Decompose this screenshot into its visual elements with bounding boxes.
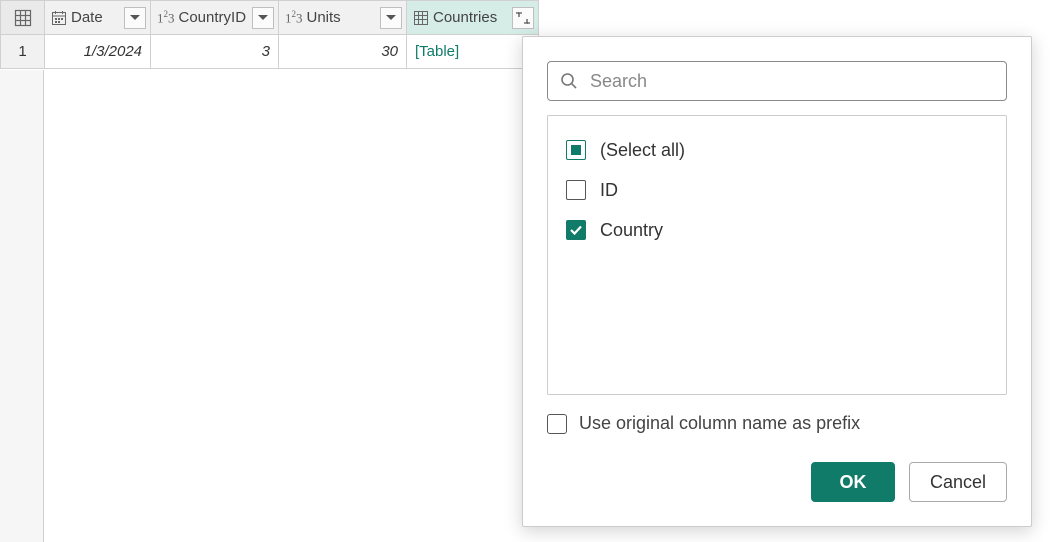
header-row: Date 123 CountryID 123 Units: [1, 1, 539, 35]
header-date-filter[interactable]: [124, 7, 146, 29]
checkbox-unchecked-icon: [547, 414, 567, 434]
checkbox-unchecked-icon: [566, 180, 586, 200]
select-all-row[interactable]: (Select all): [566, 130, 988, 170]
cell-units[interactable]: 30: [279, 35, 407, 69]
table-icon: [413, 10, 429, 26]
header-countryid-label: CountryID: [179, 9, 249, 26]
search-input[interactable]: [588, 70, 994, 93]
search-field-wrap[interactable]: [547, 61, 1007, 101]
table-row[interactable]: 1 1/3/2024 3 30 [Table]: [1, 35, 539, 69]
option-id-row[interactable]: ID: [566, 170, 988, 210]
table-icon: [14, 9, 32, 27]
rownum-gutter: [0, 70, 44, 542]
chevron-down-icon: [130, 15, 140, 21]
date-icon: [51, 10, 67, 26]
header-date[interactable]: Date: [45, 1, 151, 35]
use-prefix-label: Use original column name as prefix: [579, 413, 860, 434]
column-list: (Select all) ID Country: [547, 115, 1007, 395]
checkbox-tristate-icon: [566, 140, 586, 160]
option-id-label: ID: [600, 180, 618, 201]
use-prefix-row[interactable]: Use original column name as prefix: [547, 413, 1007, 434]
header-countries[interactable]: Countries: [407, 1, 539, 35]
header-units-filter[interactable]: [380, 7, 402, 29]
search-icon: [560, 72, 578, 90]
expand-icon: [516, 12, 530, 24]
option-country-label: Country: [600, 220, 663, 241]
row-index: 1: [1, 35, 44, 68]
cancel-button[interactable]: Cancel: [909, 462, 1007, 502]
header-countryid[interactable]: 123 CountryID: [151, 1, 279, 35]
chevron-down-icon: [386, 15, 396, 21]
header-countries-label: Countries: [433, 9, 508, 26]
header-countryid-filter[interactable]: [252, 7, 274, 29]
select-all-label: (Select all): [600, 140, 685, 161]
number-type-icon: 123: [157, 9, 175, 26]
cell-date[interactable]: 1/3/2024: [45, 35, 151, 69]
header-date-label: Date: [71, 9, 120, 26]
button-row: OK Cancel: [547, 462, 1007, 502]
data-grid: Date 123 CountryID 123 Units: [0, 0, 539, 69]
expand-columns-popup: (Select all) ID Country Use original col…: [522, 36, 1032, 527]
ok-button[interactable]: OK: [811, 462, 895, 502]
number-type-icon: 123: [285, 9, 303, 26]
header-units-label: Units: [307, 9, 377, 26]
chevron-down-icon: [258, 15, 268, 21]
row-number-header: [1, 1, 45, 35]
header-countries-expand[interactable]: [512, 7, 534, 29]
row-number-cell: 1: [1, 35, 45, 69]
cell-countries[interactable]: [Table]: [407, 35, 539, 69]
checkbox-checked-icon: [566, 220, 586, 240]
header-units[interactable]: 123 Units: [279, 1, 407, 35]
option-country-row[interactable]: Country: [566, 210, 988, 250]
cell-countryid[interactable]: 3: [151, 35, 279, 69]
